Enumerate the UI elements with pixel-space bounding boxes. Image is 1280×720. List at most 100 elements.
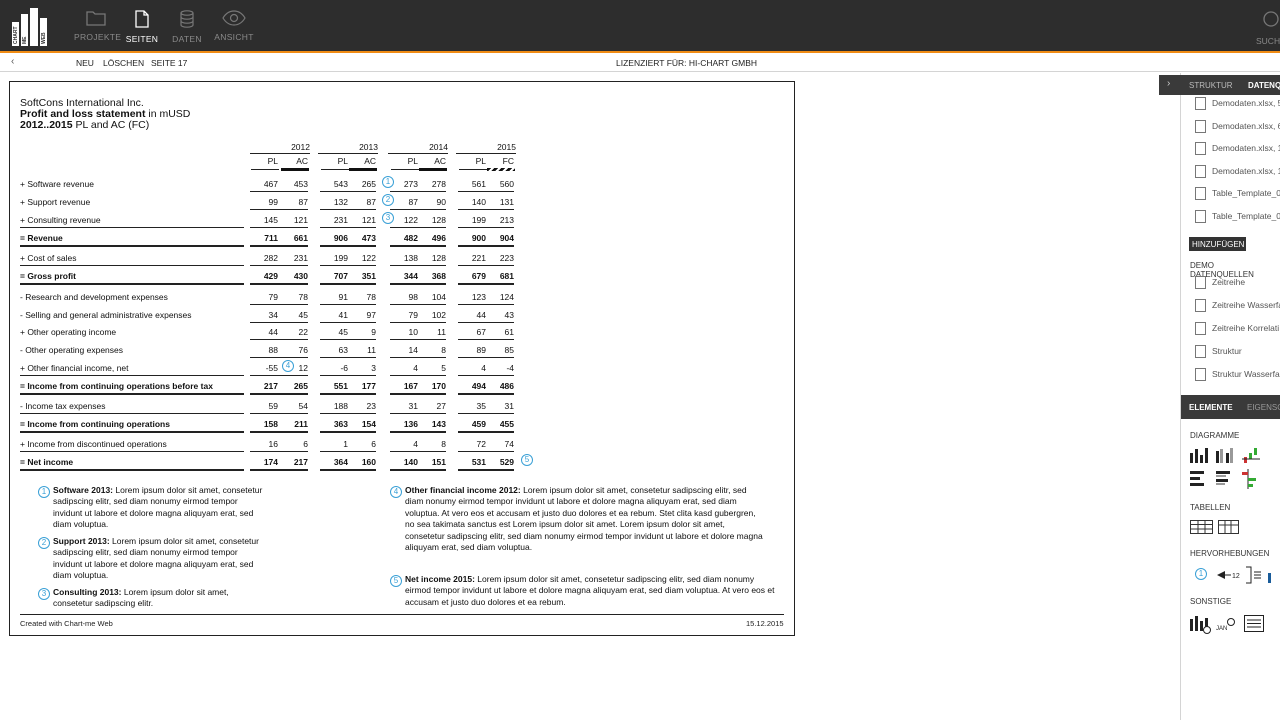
row-separator <box>320 209 376 210</box>
year-underline <box>250 153 310 154</box>
arrow-value-highlight-icon[interactable]: 12 <box>1217 571 1240 580</box>
misc-element-palette[interactable]: JAN <box>1190 613 1270 635</box>
toolbar-projekte-button[interactable]: PROJEKTE <box>74 8 121 50</box>
grouped-column-chart-icon[interactable] <box>1216 448 1233 463</box>
highlight-type-palette[interactable]: 12 <box>1217 565 1280 585</box>
neu-button[interactable]: NEU <box>76 58 94 68</box>
demo-file-icon <box>1195 345 1206 358</box>
date-element-icon[interactable]: JAN <box>1216 618 1235 633</box>
cell-value: 1 <box>343 439 348 449</box>
row-label: + Software revenue <box>20 179 94 189</box>
table-row[interactable]: + Other operating income 44 22 45 9 10 11 67 61 <box>20 325 520 339</box>
file-item[interactable]: Demodaten.xlsx, 6 <box>1195 119 1280 136</box>
file-item[interactable]: Table_Template_0 <box>1195 209 1280 226</box>
report-page[interactable]: SoftCons International Inc. Profit and l… <box>9 81 795 636</box>
table-row[interactable]: = Income from continuing operations befo… <box>20 379 520 393</box>
search-button[interactable]: SUCH <box>1256 8 1280 46</box>
demo-source-name: Struktur <box>1212 345 1242 356</box>
year-header: 2013 <box>359 142 378 152</box>
cell-value: 22 <box>298 327 308 337</box>
year-underline <box>388 153 448 154</box>
table-row[interactable]: + Consulting revenue 145 121 231 121 122 128 19… <box>20 213 520 227</box>
table-row[interactable]: = Gross profit 429 430 707 351 344 368 679 681 <box>20 269 520 283</box>
comment-marker[interactable]: 5 <box>521 454 533 466</box>
variance-chart-icon[interactable] <box>1242 448 1260 463</box>
column-chart-icon[interactable] <box>1190 448 1208 463</box>
demo-source-item[interactable]: Zeitreihe <box>1195 276 1245 292</box>
comment-marker[interactable]: 3 <box>382 212 394 224</box>
file-item[interactable]: Demodaten.xlsx, 1 <box>1195 142 1280 158</box>
cell-value: 27 <box>436 401 446 411</box>
cell-value: 900 <box>471 233 486 243</box>
table-row[interactable]: - Selling and general administrative exp… <box>20 308 520 322</box>
difference-highlight-icon[interactable] <box>1268 573 1271 583</box>
tab-datenquellen[interactable]: DATENQ <box>1248 81 1280 90</box>
cell-value: 265 <box>361 179 376 189</box>
toolbar-ansicht-button[interactable]: ANSICHT <box>212 8 256 50</box>
xls-file-icon <box>1195 119 1206 133</box>
comment-marker[interactable]: 4 <box>282 360 294 372</box>
plan-line <box>391 169 419 170</box>
tab-elemente[interactable]: ELEMENTE <box>1189 403 1233 412</box>
file-item[interactable]: Demodaten.xlsx, 1 <box>1195 164 1280 181</box>
table-row[interactable]: + Other financial income, net -55 12 -6 3 4 5 4… <box>20 361 520 375</box>
demo-source-item[interactable]: Struktur Wasserfa <box>1195 368 1280 384</box>
row-separator <box>320 322 376 323</box>
loeschen-button[interactable]: LÖSCHEN <box>103 58 144 68</box>
cell-value: 494 <box>471 381 486 391</box>
table-columns-icon[interactable] <box>1218 520 1239 534</box>
row-separator <box>250 375 308 376</box>
table-row[interactable]: = Revenue 711 661 906 473 482 496 900 904 <box>20 231 520 245</box>
table-row[interactable]: - Other operating expenses 88 76 63 11 14 8 89 8… <box>20 343 520 357</box>
table-icon[interactable] <box>1190 520 1213 534</box>
bar-chart-icon[interactable] <box>1190 471 1204 486</box>
file-item[interactable]: Demodaten.xlsx, 5 <box>1195 97 1280 113</box>
comment-marker-icon[interactable]: 1 <box>1195 568 1207 580</box>
cell-value: 122 <box>361 253 376 263</box>
bracket-highlight-icon[interactable] <box>1246 566 1261 584</box>
row-label: - Selling and general administrative exp… <box>20 310 192 320</box>
tab-struktur[interactable]: STRUKTUR <box>1189 81 1233 90</box>
cell-value: 167 <box>403 381 418 391</box>
chart-type-palette[interactable] <box>1190 445 1280 493</box>
table-row[interactable]: = Income from continuing operations 158 21… <box>20 417 520 431</box>
cell-value: 79 <box>268 292 278 302</box>
row-separator <box>250 413 308 414</box>
cell-value: 59 <box>268 401 278 411</box>
table-row[interactable]: + Software revenue 467 453 543 265 273 278 561 5… <box>20 177 520 191</box>
collapse-chevron-icon[interactable]: › <box>1167 78 1170 89</box>
table-row[interactable]: + Cost of sales 282 231 199 122 138 128 221 223 <box>20 251 520 265</box>
chart-me-logo[interactable]: CHART ME WEB <box>10 8 56 46</box>
add-datasource-button[interactable]: HINZUFÜGEN <box>1189 237 1246 251</box>
cell-value: 43 <box>504 310 514 320</box>
tab-eigenschaften[interactable]: EIGENSC <box>1247 403 1280 412</box>
table-row[interactable]: - Research and development expenses 79 78 9… <box>20 290 520 304</box>
back-chevron-icon[interactable]: ‹ <box>11 56 14 67</box>
row-separator <box>390 469 446 471</box>
horizontal-variance-icon[interactable] <box>1242 469 1256 489</box>
toolbar-seiten-button[interactable]: SEITEN <box>125 8 159 50</box>
table-row[interactable]: + Support revenue 99 87 132 87 87 90 140 131 <box>20 195 520 209</box>
row-separator <box>320 469 376 471</box>
label-separator <box>20 393 244 395</box>
table-row[interactable]: + Income from discontinued operations 16 6… <box>20 437 520 451</box>
cell-value: 188 <box>333 401 348 411</box>
demo-source-item[interactable]: Zeitreihe Korrelati <box>1195 322 1279 338</box>
table-type-palette[interactable] <box>1190 519 1240 535</box>
label-separator <box>20 245 244 247</box>
comment-marker[interactable]: 2 <box>382 194 394 206</box>
row-separator <box>320 283 376 285</box>
text-box-icon[interactable] <box>1244 615 1264 632</box>
demo-source-item[interactable]: Struktur <box>1195 345 1242 361</box>
cell-value: 679 <box>471 271 486 281</box>
table-row[interactable]: = Net income 174 217 364 160 140 151 531 529 <box>20 455 520 469</box>
table-row[interactable]: - Income tax expenses 59 54 188 23 31 27 35 31 <box>20 399 520 413</box>
toolbar-daten-button[interactable]: DATEN <box>170 8 204 50</box>
file-item[interactable]: Table_Template_0 <box>1195 187 1280 203</box>
chart-link-icon[interactable] <box>1190 616 1211 634</box>
demo-source-item[interactable]: Zeitreihe Wasserfa <box>1195 299 1280 315</box>
page-icon <box>135 10 149 28</box>
cell-value: 87 <box>298 197 308 207</box>
comment-marker[interactable]: 1 <box>382 176 394 188</box>
grouped-bar-chart-icon[interactable] <box>1216 471 1230 485</box>
